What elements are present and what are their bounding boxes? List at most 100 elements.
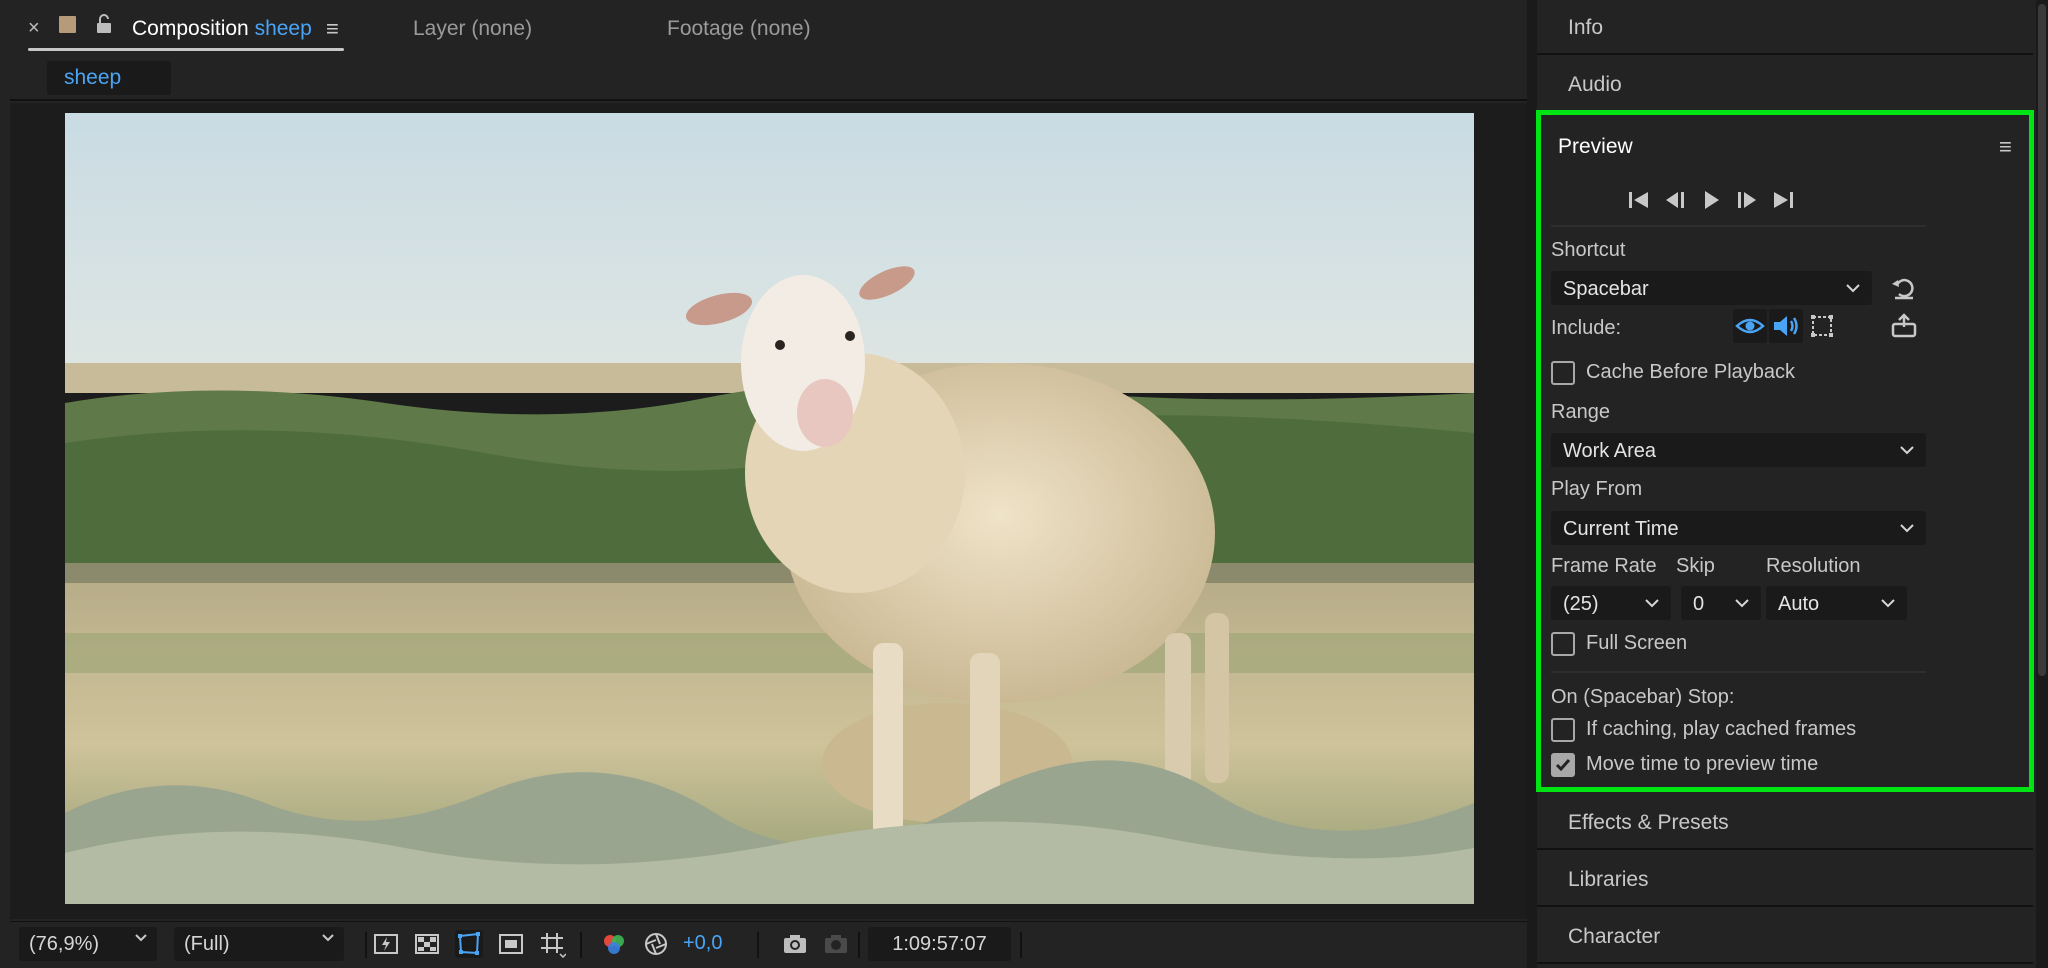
divider: [757, 932, 759, 958]
chevron-down-icon: [1645, 599, 1659, 608]
sheep-photo[interactable]: [65, 113, 1474, 904]
region-of-interest-icon[interactable]: [497, 930, 525, 958]
chevron-down-icon: [1846, 284, 1860, 293]
last-frame-icon[interactable]: [1768, 185, 1798, 215]
composition-panel: × Composition sheep ≡ Layer (none) Foota…: [0, 0, 1527, 968]
play-icon[interactable]: [1696, 185, 1726, 215]
first-frame-icon[interactable]: [1624, 185, 1654, 215]
full-screen-label: Full Screen: [1586, 632, 1688, 654]
color-channels-icon[interactable]: [600, 930, 628, 958]
panel-libraries-title: Libraries: [1568, 868, 1649, 891]
chevron-down-icon: [1881, 599, 1895, 608]
shortcut-value: Spacebar: [1563, 278, 1649, 300]
range-label: Range: [1551, 401, 1610, 423]
include-overlays-icon[interactable]: [1805, 309, 1839, 343]
panel-effects-presets[interactable]: Effects & Presets: [1537, 795, 2033, 850]
divider: [1020, 932, 1022, 958]
cache-before-playback-checkbox[interactable]: [1551, 361, 1575, 385]
magnification-value: (76,9%): [29, 933, 100, 955]
play-from-value: Current Time: [1563, 518, 1679, 540]
panel-audio-title: Audio: [1568, 73, 1622, 96]
tab-layer[interactable]: Layer (none): [413, 17, 532, 41]
frame-rate-label: Frame Rate: [1551, 555, 1657, 577]
divider: [580, 932, 582, 958]
viewer-tab-bar: × Composition sheep ≡ Layer (none) Foota…: [0, 0, 1527, 57]
include-video-eye-icon[interactable]: [1733, 309, 1767, 343]
preview-panel: Preview ≡ Shortcut Spacebar Include: Cac…: [1536, 110, 2034, 792]
magnification-dropdown[interactable]: (76,9%): [19, 927, 157, 961]
close-icon[interactable]: ×: [28, 17, 40, 40]
right-panel-column: Info Audio Preview ≡ Shortcut Spacebar I…: [1527, 0, 2048, 968]
divider: [1551, 671, 1926, 673]
label-color-swatch[interactable]: [59, 16, 76, 33]
exposure-value[interactable]: +0,0: [683, 932, 722, 955]
panel-audio[interactable]: Audio: [1537, 57, 2033, 112]
reset-icon[interactable]: [1887, 271, 1921, 305]
chevron-down-icon: [322, 934, 334, 942]
skip-dropdown[interactable]: 0: [1681, 586, 1761, 620]
chevron-down-icon: [135, 934, 147, 942]
panel-libraries[interactable]: Libraries: [1537, 852, 2033, 907]
grid-guides-icon[interactable]: [538, 930, 567, 959]
timecode-display[interactable]: 1:09:57:07: [868, 927, 1011, 961]
tab-composition-title: Composition sheep: [132, 17, 312, 41]
tab-footage[interactable]: Footage (none): [667, 17, 811, 41]
lock-icon[interactable]: [96, 14, 112, 34]
skip-label: Skip: [1676, 555, 1715, 577]
panel-menu-icon[interactable]: ≡: [326, 16, 339, 42]
cache-before-playback-label: Cache Before Playback: [1586, 361, 1796, 383]
include-label: Include:: [1551, 317, 1622, 339]
panel-info-title: Info: [1568, 16, 1604, 39]
panel-scrollbar[interactable]: [2036, 0, 2048, 968]
scrollbar-thumb[interactable]: [2038, 4, 2046, 676]
breadcrumb-bar: sheep: [10, 57, 1527, 101]
tab-composition[interactable]: × Composition sheep ≡: [28, 10, 344, 52]
viewer-footer: (76,9%) (Full) +0,0 1:09:57:07: [10, 921, 1527, 968]
show-snapshot-icon[interactable]: [822, 930, 850, 958]
shortcut-dropdown[interactable]: Spacebar: [1551, 271, 1872, 305]
panel-info[interactable]: Info: [1537, 0, 2033, 55]
tab-composition-name: sheep: [254, 17, 312, 40]
fast-previews-icon[interactable]: [372, 930, 400, 958]
play-from-label: Play From: [1551, 478, 1643, 500]
if-caching-label: If caching, play cached frames: [1586, 718, 1857, 740]
shortcut-label: Shortcut: [1551, 239, 1626, 261]
preview-resolution-dropdown[interactable]: Auto: [1766, 586, 1907, 620]
frame-rate-value: (25): [1563, 593, 1599, 615]
skip-value: 0: [1693, 593, 1705, 615]
mask-path-visibility-icon[interactable]: [455, 930, 483, 958]
full-screen-checkbox[interactable]: [1551, 632, 1575, 656]
resolution-dropdown[interactable]: (Full): [174, 927, 344, 961]
if-caching-checkbox[interactable]: [1551, 718, 1575, 742]
frame-rate-dropdown[interactable]: (25): [1551, 586, 1671, 620]
resolution-label: Resolution: [1766, 555, 1861, 577]
composition-viewer[interactable]: [10, 103, 1527, 919]
transparency-grid-icon[interactable]: [413, 930, 441, 958]
panel-effects-presets-title: Effects & Presets: [1568, 811, 1729, 834]
stop-label: On (Spacebar) Stop:: [1551, 686, 1735, 708]
move-time-label: Move time to preview time: [1586, 753, 1819, 775]
reset-exposure-icon[interactable]: [642, 930, 670, 958]
tab-composition-prefix: Composition: [132, 17, 249, 40]
include-audio-speaker-icon[interactable]: [1769, 309, 1803, 343]
range-value: Work Area: [1563, 440, 1656, 462]
panel-character[interactable]: Character: [1537, 909, 2033, 964]
camera-icon[interactable]: [781, 930, 809, 958]
external-video-icon[interactable]: [1887, 309, 1921, 343]
preview-panel-title[interactable]: Preview: [1558, 135, 1633, 159]
range-dropdown[interactable]: Work Area: [1551, 433, 1926, 467]
breadcrumb-sheep[interactable]: sheep: [47, 61, 171, 95]
chevron-down-icon: [1735, 599, 1749, 608]
divider: [858, 932, 860, 958]
transport-controls: [1624, 185, 1924, 215]
previous-frame-icon[interactable]: [1660, 185, 1690, 215]
chevron-down-icon: [1900, 446, 1914, 455]
panel-menu-icon[interactable]: ≡: [1999, 134, 2012, 160]
chevron-down-icon: [1900, 524, 1914, 533]
move-time-checkbox[interactable]: [1551, 753, 1575, 777]
active-tab-underline: [28, 48, 344, 51]
preview-resolution-value: Auto: [1778, 593, 1820, 615]
resolution-value: (Full): [184, 933, 230, 955]
next-frame-icon[interactable]: [1732, 185, 1762, 215]
play-from-dropdown[interactable]: Current Time: [1551, 511, 1926, 545]
